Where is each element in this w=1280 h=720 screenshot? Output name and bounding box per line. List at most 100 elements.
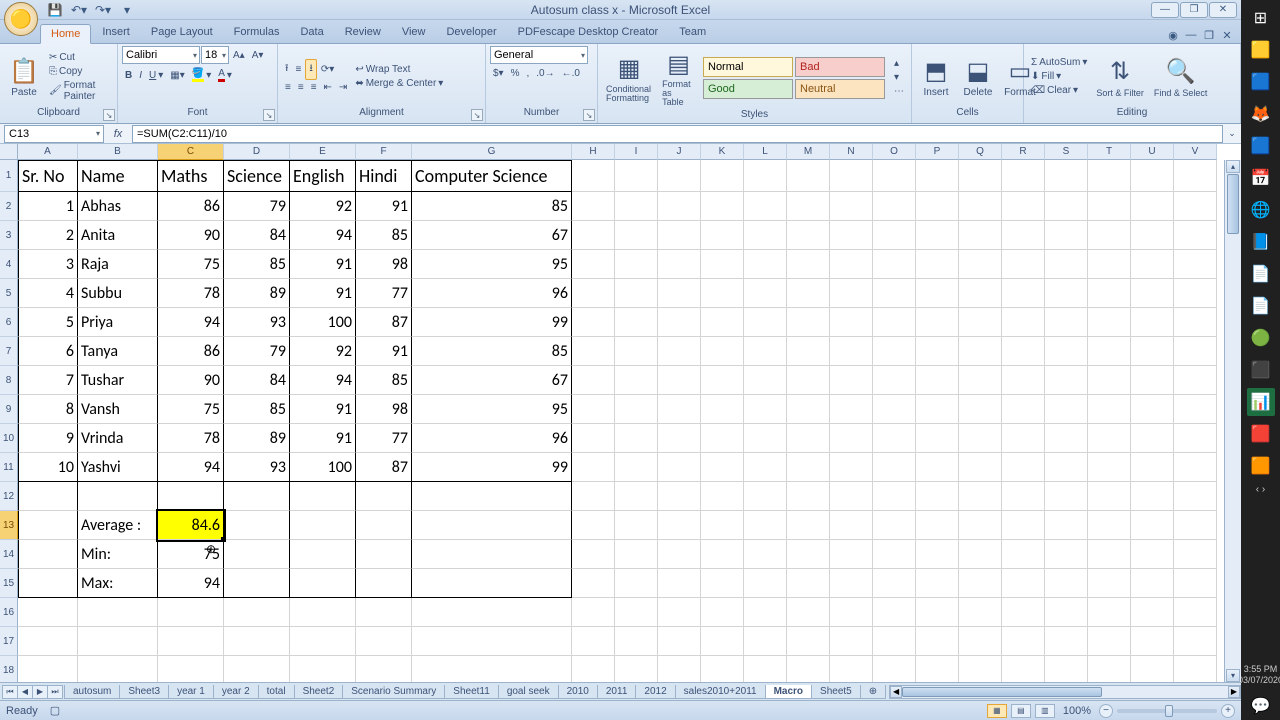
cell[interactable] — [1045, 366, 1088, 395]
cell[interactable] — [787, 308, 830, 337]
column-header[interactable]: V — [1174, 144, 1217, 160]
cell[interactable] — [744, 540, 787, 569]
sheet-tab[interactable]: total — [258, 685, 295, 699]
cell[interactable] — [916, 250, 959, 279]
cell[interactable]: 85 — [356, 366, 412, 395]
cell[interactable] — [1002, 598, 1045, 627]
normal-view-button[interactable]: ▦ — [987, 704, 1007, 718]
cell[interactable] — [1088, 366, 1131, 395]
cell[interactable]: 91 — [290, 395, 356, 424]
cell[interactable] — [1088, 160, 1131, 192]
cell[interactable] — [701, 482, 744, 511]
cell[interactable]: 95 — [412, 395, 572, 424]
merge-center-button[interactable]: ⬌Merge & Center▾ — [352, 77, 446, 90]
cell[interactable]: 2 — [18, 221, 78, 250]
cell[interactable] — [658, 540, 701, 569]
insert-cells-button[interactable]: ⬒Insert — [916, 53, 956, 100]
cell[interactable] — [18, 656, 78, 682]
column-header[interactable]: E — [290, 144, 356, 160]
cell[interactable] — [615, 337, 658, 366]
cell[interactable] — [1002, 569, 1045, 598]
row-header[interactable]: 8 — [0, 366, 18, 395]
cell[interactable] — [830, 482, 873, 511]
cell[interactable] — [615, 395, 658, 424]
cell[interactable] — [830, 221, 873, 250]
cell[interactable] — [158, 627, 224, 656]
cell[interactable] — [78, 627, 158, 656]
cell[interactable] — [615, 160, 658, 192]
cell[interactable] — [787, 250, 830, 279]
copy-button[interactable]: ⎘Copy — [46, 65, 113, 78]
cell[interactable] — [1045, 279, 1088, 308]
taskbar-app-icon[interactable]: 🟧 — [1247, 452, 1275, 480]
horizontal-scrollbar[interactable]: ◀ ▶ — [889, 685, 1241, 699]
cell[interactable] — [701, 540, 744, 569]
cell[interactable]: 84 — [224, 366, 290, 395]
cell[interactable] — [873, 221, 916, 250]
cell[interactable] — [701, 160, 744, 192]
start-icon[interactable]: ⊞ — [1247, 4, 1275, 32]
cell[interactable]: 75 — [158, 540, 224, 569]
taskbar-app-icon[interactable]: 🟥 — [1247, 420, 1275, 448]
column-header[interactable]: H — [572, 144, 615, 160]
cell[interactable]: 98 — [356, 395, 412, 424]
cell[interactable] — [744, 192, 787, 221]
cell[interactable] — [1002, 656, 1045, 682]
cell[interactable] — [658, 569, 701, 598]
styles-scroll-down[interactable]: ▾ — [891, 71, 907, 84]
cell[interactable]: Abhas — [78, 192, 158, 221]
formula-expand-icon[interactable]: ⌄ — [1223, 125, 1241, 143]
cell[interactable] — [615, 308, 658, 337]
cell[interactable]: Tanya — [78, 337, 158, 366]
cell[interactable] — [18, 482, 78, 511]
cell[interactable] — [1131, 250, 1174, 279]
cell[interactable]: 8 — [18, 395, 78, 424]
cell[interactable] — [787, 279, 830, 308]
cell[interactable] — [701, 192, 744, 221]
cell[interactable] — [356, 598, 412, 627]
cell[interactable]: 75 — [158, 395, 224, 424]
cell[interactable] — [1002, 424, 1045, 453]
cell[interactable] — [615, 221, 658, 250]
cell[interactable] — [873, 511, 916, 540]
cell[interactable]: 84.6 — [158, 511, 224, 540]
cell[interactable] — [290, 511, 356, 540]
cell[interactable] — [290, 482, 356, 511]
cell[interactable] — [356, 656, 412, 682]
font-name-combo[interactable]: Calibri — [122, 46, 200, 64]
cell[interactable] — [412, 569, 572, 598]
column-header[interactable]: F — [356, 144, 412, 160]
name-box[interactable]: C13 — [4, 125, 104, 143]
cell[interactable] — [1002, 337, 1045, 366]
cell[interactable] — [572, 424, 615, 453]
cell[interactable] — [1088, 540, 1131, 569]
cell[interactable] — [830, 569, 873, 598]
cell[interactable]: Average : — [78, 511, 158, 540]
tray-expand-icon[interactable]: ‹ › — [1256, 484, 1265, 495]
cell[interactable] — [873, 569, 916, 598]
cell[interactable]: 89 — [224, 424, 290, 453]
cell[interactable]: Maths — [158, 160, 224, 192]
cell[interactable] — [1002, 627, 1045, 656]
ribbon-tab-insert[interactable]: Insert — [92, 23, 140, 43]
cell[interactable] — [1045, 627, 1088, 656]
zoom-thumb[interactable] — [1165, 705, 1173, 717]
cell[interactable] — [916, 160, 959, 192]
macro-record-icon[interactable]: ▢ — [50, 704, 60, 717]
help-icon[interactable]: ◉ — [1165, 27, 1181, 43]
cell[interactable] — [572, 308, 615, 337]
cell[interactable] — [787, 337, 830, 366]
sheet-tab[interactable]: 2012 — [635, 685, 675, 699]
cell[interactable] — [1174, 221, 1217, 250]
cell[interactable] — [959, 160, 1002, 192]
cell[interactable]: 87 — [356, 453, 412, 482]
cell[interactable] — [224, 482, 290, 511]
row-header[interactable]: 7 — [0, 337, 18, 366]
cell[interactable] — [873, 250, 916, 279]
cell[interactable] — [658, 395, 701, 424]
cell[interactable] — [1174, 395, 1217, 424]
sheet-tab[interactable]: year 1 — [168, 685, 214, 699]
font-size-combo[interactable]: 18 — [201, 46, 229, 64]
cell[interactable] — [572, 453, 615, 482]
cell[interactable] — [873, 424, 916, 453]
